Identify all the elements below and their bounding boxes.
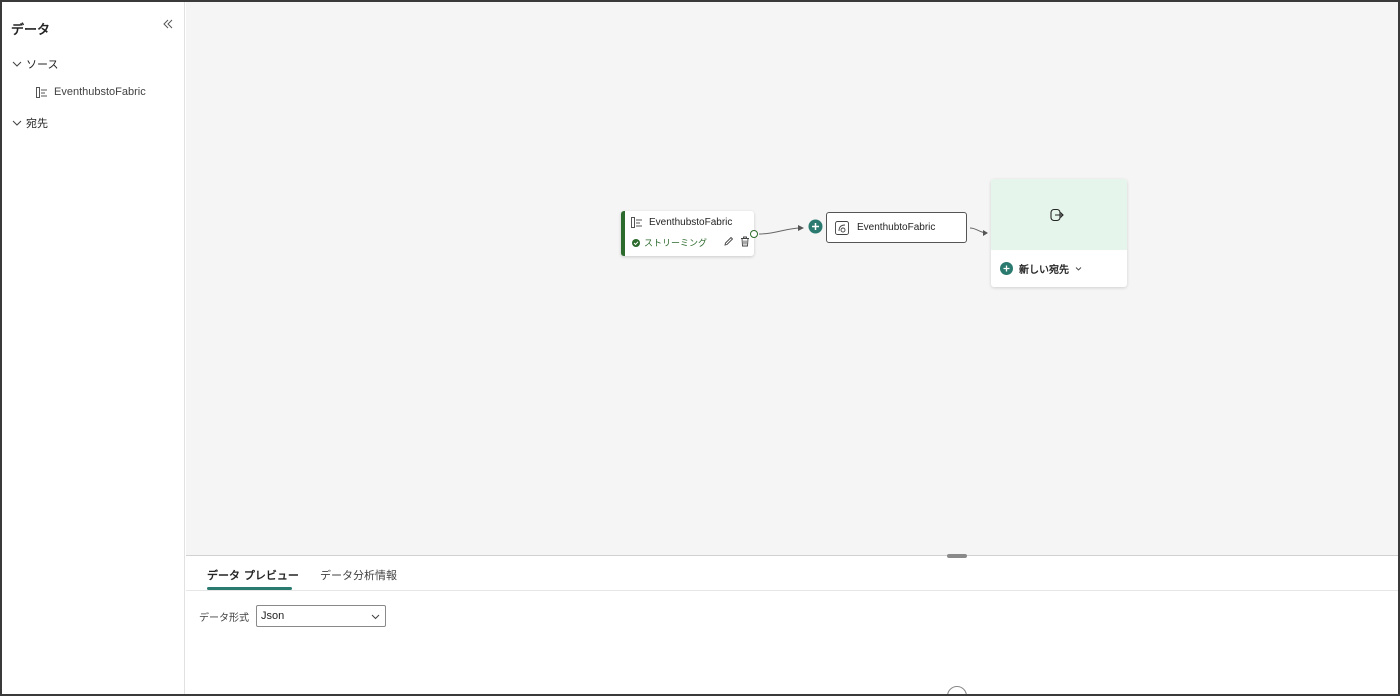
active-tab-indicator	[207, 587, 292, 590]
collapse-sidebar-button[interactable]	[160, 18, 176, 34]
new-destination-button[interactable]: 新しい宛先	[1000, 261, 1082, 276]
data-sidebar: データ ソース EventhubstoFabric 宛先	[2, 2, 185, 694]
eventstream-node-title: EventhubtoFabric	[857, 222, 936, 233]
data-format-label: データ形式	[199, 613, 249, 624]
edit-icon[interactable]	[723, 236, 734, 247]
source-node-title: EventhubstoFabric	[649, 217, 733, 228]
tree-group-label: ソース	[26, 58, 59, 71]
chevron-down-icon	[12, 61, 22, 67]
chevron-down-icon	[371, 614, 380, 620]
tree-group-sources[interactable]: ソース	[12, 56, 58, 72]
eventstream-node[interactable]: EventhubtoFabric	[826, 212, 967, 243]
app-frame: データ ソース EventhubstoFabric 宛先 Eventhubsto…	[0, 0, 1400, 696]
flow-edges	[758, 225, 988, 236]
destination-node[interactable]: 新しい宛先	[991, 179, 1127, 287]
tree-item-label: EventhubstoFabric	[54, 86, 146, 98]
check-circle-icon	[632, 238, 640, 247]
add-circle-icon	[1000, 262, 1013, 275]
tab-data-preview[interactable]: データ プレビュー	[207, 567, 299, 583]
event-hub-icon	[631, 217, 642, 228]
new-destination-label: 新しい宛先	[1019, 265, 1069, 276]
destination-node-header	[991, 179, 1127, 250]
data-format-select[interactable]: Json	[256, 605, 386, 627]
add-operation-icon[interactable]	[808, 219, 823, 234]
export-icon	[1050, 208, 1064, 222]
event-hub-icon	[36, 86, 47, 98]
status-badge: ストリーミング	[632, 236, 707, 249]
tree-item-source[interactable]: EventhubstoFabric	[36, 86, 146, 98]
bottom-tabs: データ プレビュー データ分析情報	[186, 556, 1398, 591]
double-chevron-left-icon	[163, 19, 173, 29]
flow-canvas[interactable]: EventhubstoFabric ストリーミング EventhubtoFabr…	[186, 2, 1398, 555]
tree-group-label: 宛先	[26, 117, 48, 130]
bottom-panel: データ プレビュー データ分析情報 データ形式 Json	[186, 554, 1398, 694]
status-text: ストリーミング	[644, 239, 708, 249]
source-node[interactable]: EventhubstoFabric ストリーミング	[621, 211, 754, 256]
scroll-indicator[interactable]	[947, 686, 967, 694]
data-format-value: Json	[261, 610, 285, 622]
sidebar-title: データ	[11, 23, 51, 38]
eventstream-icon	[835, 220, 849, 235]
delete-icon[interactable]	[740, 236, 750, 247]
tree-group-destinations[interactable]: 宛先	[12, 115, 48, 131]
tab-data-insights[interactable]: データ分析情報	[320, 567, 397, 583]
output-port[interactable]	[750, 230, 758, 238]
chevron-down-icon	[1075, 267, 1082, 271]
chevron-down-icon	[12, 120, 22, 126]
